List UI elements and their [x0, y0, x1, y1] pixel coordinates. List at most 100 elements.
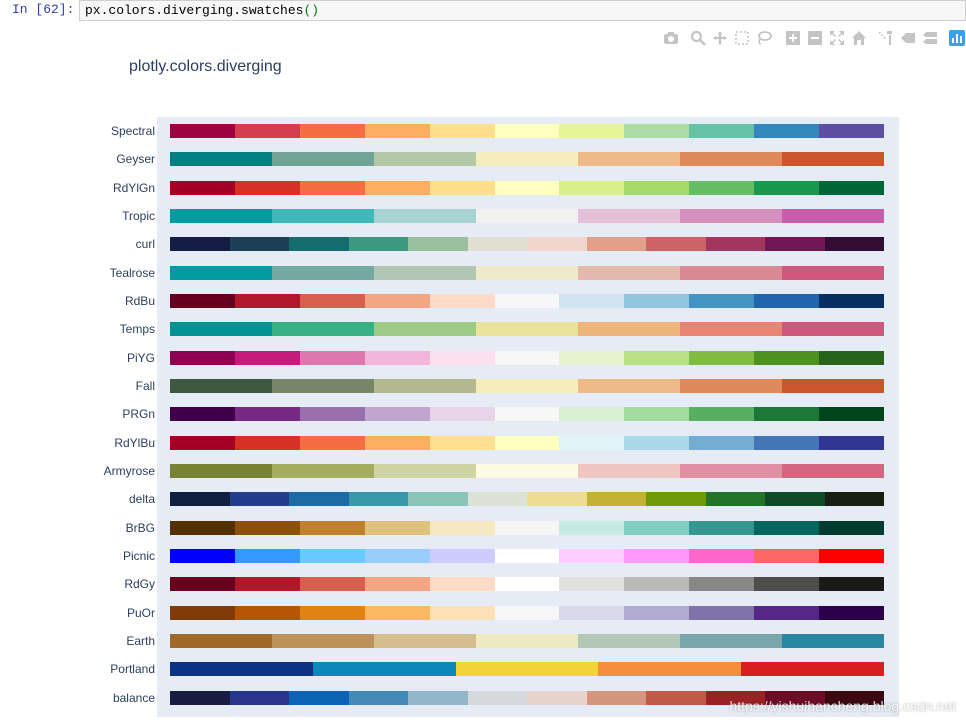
swatch-segment[interactable] — [624, 181, 689, 195]
swatch-segment[interactable] — [170, 266, 272, 280]
swatch-segment[interactable] — [170, 181, 235, 195]
swatch-segment[interactable] — [430, 407, 495, 421]
swatch-segment[interactable] — [349, 691, 409, 705]
swatch-segment[interactable] — [170, 237, 230, 251]
swatch-segment[interactable] — [235, 521, 300, 535]
swatch-segment[interactable] — [408, 691, 468, 705]
swatch-segment[interactable] — [349, 492, 409, 506]
swatch-segment[interactable] — [754, 294, 819, 308]
swatch-segment[interactable] — [680, 152, 782, 166]
swatch-bar-rdbu[interactable] — [170, 294, 884, 308]
swatch-segment[interactable] — [170, 209, 272, 223]
swatch-segment[interactable] — [456, 662, 599, 676]
swatch-segment[interactable] — [819, 181, 884, 195]
swatch-segment[interactable] — [624, 124, 689, 138]
swatch-segment[interactable] — [374, 634, 476, 648]
swatch-segment[interactable] — [289, 492, 349, 506]
swatch-segment[interactable] — [495, 549, 560, 563]
swatch-segment[interactable] — [272, 209, 374, 223]
swatch-segment[interactable] — [235, 351, 300, 365]
swatch-segment[interactable] — [578, 322, 680, 336]
swatch-segment[interactable] — [430, 124, 495, 138]
swatch-segment[interactable] — [430, 577, 495, 591]
swatch-segment[interactable] — [624, 351, 689, 365]
swatch-segment[interactable] — [646, 691, 706, 705]
swatch-segment[interactable] — [587, 691, 647, 705]
swatch-segment[interactable] — [230, 691, 290, 705]
swatch-segment[interactable] — [765, 237, 825, 251]
swatch-segment[interactable] — [680, 464, 782, 478]
swatch-segment[interactable] — [825, 237, 885, 251]
swatch-segment[interactable] — [598, 662, 741, 676]
swatch-segment[interactable] — [587, 492, 647, 506]
swatch-segment[interactable] — [559, 294, 624, 308]
swatch-segment[interactable] — [559, 606, 624, 620]
spike-lines-icon[interactable] — [877, 30, 893, 46]
swatch-segment[interactable] — [476, 152, 578, 166]
swatch-segment[interactable] — [754, 521, 819, 535]
swatch-segment[interactable] — [680, 322, 782, 336]
swatch-segment[interactable] — [272, 379, 374, 393]
camera-icon[interactable] — [663, 30, 679, 46]
swatch-segment[interactable] — [235, 294, 300, 308]
plotly-logo-icon[interactable] — [949, 30, 965, 46]
swatch-segment[interactable] — [430, 351, 495, 365]
swatch-segment[interactable] — [819, 606, 884, 620]
swatch-segment[interactable] — [476, 322, 578, 336]
swatch-segment[interactable] — [235, 124, 300, 138]
swatch-bar-tropic[interactable] — [170, 209, 884, 223]
swatch-segment[interactable] — [289, 237, 349, 251]
swatch-segment[interactable] — [782, 266, 884, 280]
swatch-bar-armyrose[interactable] — [170, 464, 884, 478]
swatch-segment[interactable] — [476, 634, 578, 648]
lasso-icon[interactable] — [756, 30, 772, 46]
swatch-segment[interactable] — [754, 351, 819, 365]
swatch-segment[interactable] — [689, 521, 754, 535]
swatch-segment[interactable] — [624, 294, 689, 308]
swatch-segment[interactable] — [272, 322, 374, 336]
swatch-segment[interactable] — [495, 124, 560, 138]
swatch-segment[interactable] — [272, 152, 374, 166]
swatch-segment[interactable] — [170, 549, 235, 563]
swatch-segment[interactable] — [578, 379, 680, 393]
autoscale-icon[interactable] — [829, 30, 845, 46]
swatch-segment[interactable] — [754, 124, 819, 138]
swatch-segment[interactable] — [170, 521, 235, 535]
swatch-segment[interactable] — [495, 294, 560, 308]
swatch-segment[interactable] — [495, 181, 560, 195]
swatch-bar-temps[interactable] — [170, 322, 884, 336]
swatch-bar-spectral[interactable] — [170, 124, 884, 138]
swatch-segment[interactable] — [689, 351, 754, 365]
swatch-segment[interactable] — [527, 237, 587, 251]
swatch-segment[interactable] — [468, 237, 528, 251]
swatch-segment[interactable] — [782, 322, 884, 336]
swatch-segment[interactable] — [170, 322, 272, 336]
swatch-segment[interactable] — [349, 237, 409, 251]
swatch-segment[interactable] — [741, 662, 884, 676]
swatch-segment[interactable] — [468, 492, 528, 506]
swatch-segment[interactable] — [170, 407, 235, 421]
swatch-segment[interactable] — [819, 549, 884, 563]
swatch-segment[interactable] — [689, 294, 754, 308]
code-input[interactable]: px.colors.diverging.swatches() — [79, 0, 966, 21]
swatch-segment[interactable] — [782, 152, 884, 166]
swatch-segment[interactable] — [495, 521, 560, 535]
swatch-segment[interactable] — [765, 492, 825, 506]
swatch-segment[interactable] — [754, 549, 819, 563]
swatch-segment[interactable] — [230, 492, 290, 506]
swatch-segment[interactable] — [559, 521, 624, 535]
swatch-segment[interactable] — [689, 577, 754, 591]
swatch-segment[interactable] — [495, 407, 560, 421]
swatch-segment[interactable] — [689, 124, 754, 138]
swatch-segment[interactable] — [476, 209, 578, 223]
swatch-segment[interactable] — [430, 549, 495, 563]
swatch-segment[interactable] — [170, 436, 235, 450]
swatch-segment[interactable] — [495, 351, 560, 365]
swatch-segment[interactable] — [365, 407, 430, 421]
swatch-segment[interactable] — [272, 464, 374, 478]
swatch-segment[interactable] — [272, 266, 374, 280]
swatch-segment[interactable] — [819, 577, 884, 591]
swatch-segment[interactable] — [754, 407, 819, 421]
swatch-segment[interactable] — [468, 691, 528, 705]
swatch-segment[interactable] — [754, 436, 819, 450]
